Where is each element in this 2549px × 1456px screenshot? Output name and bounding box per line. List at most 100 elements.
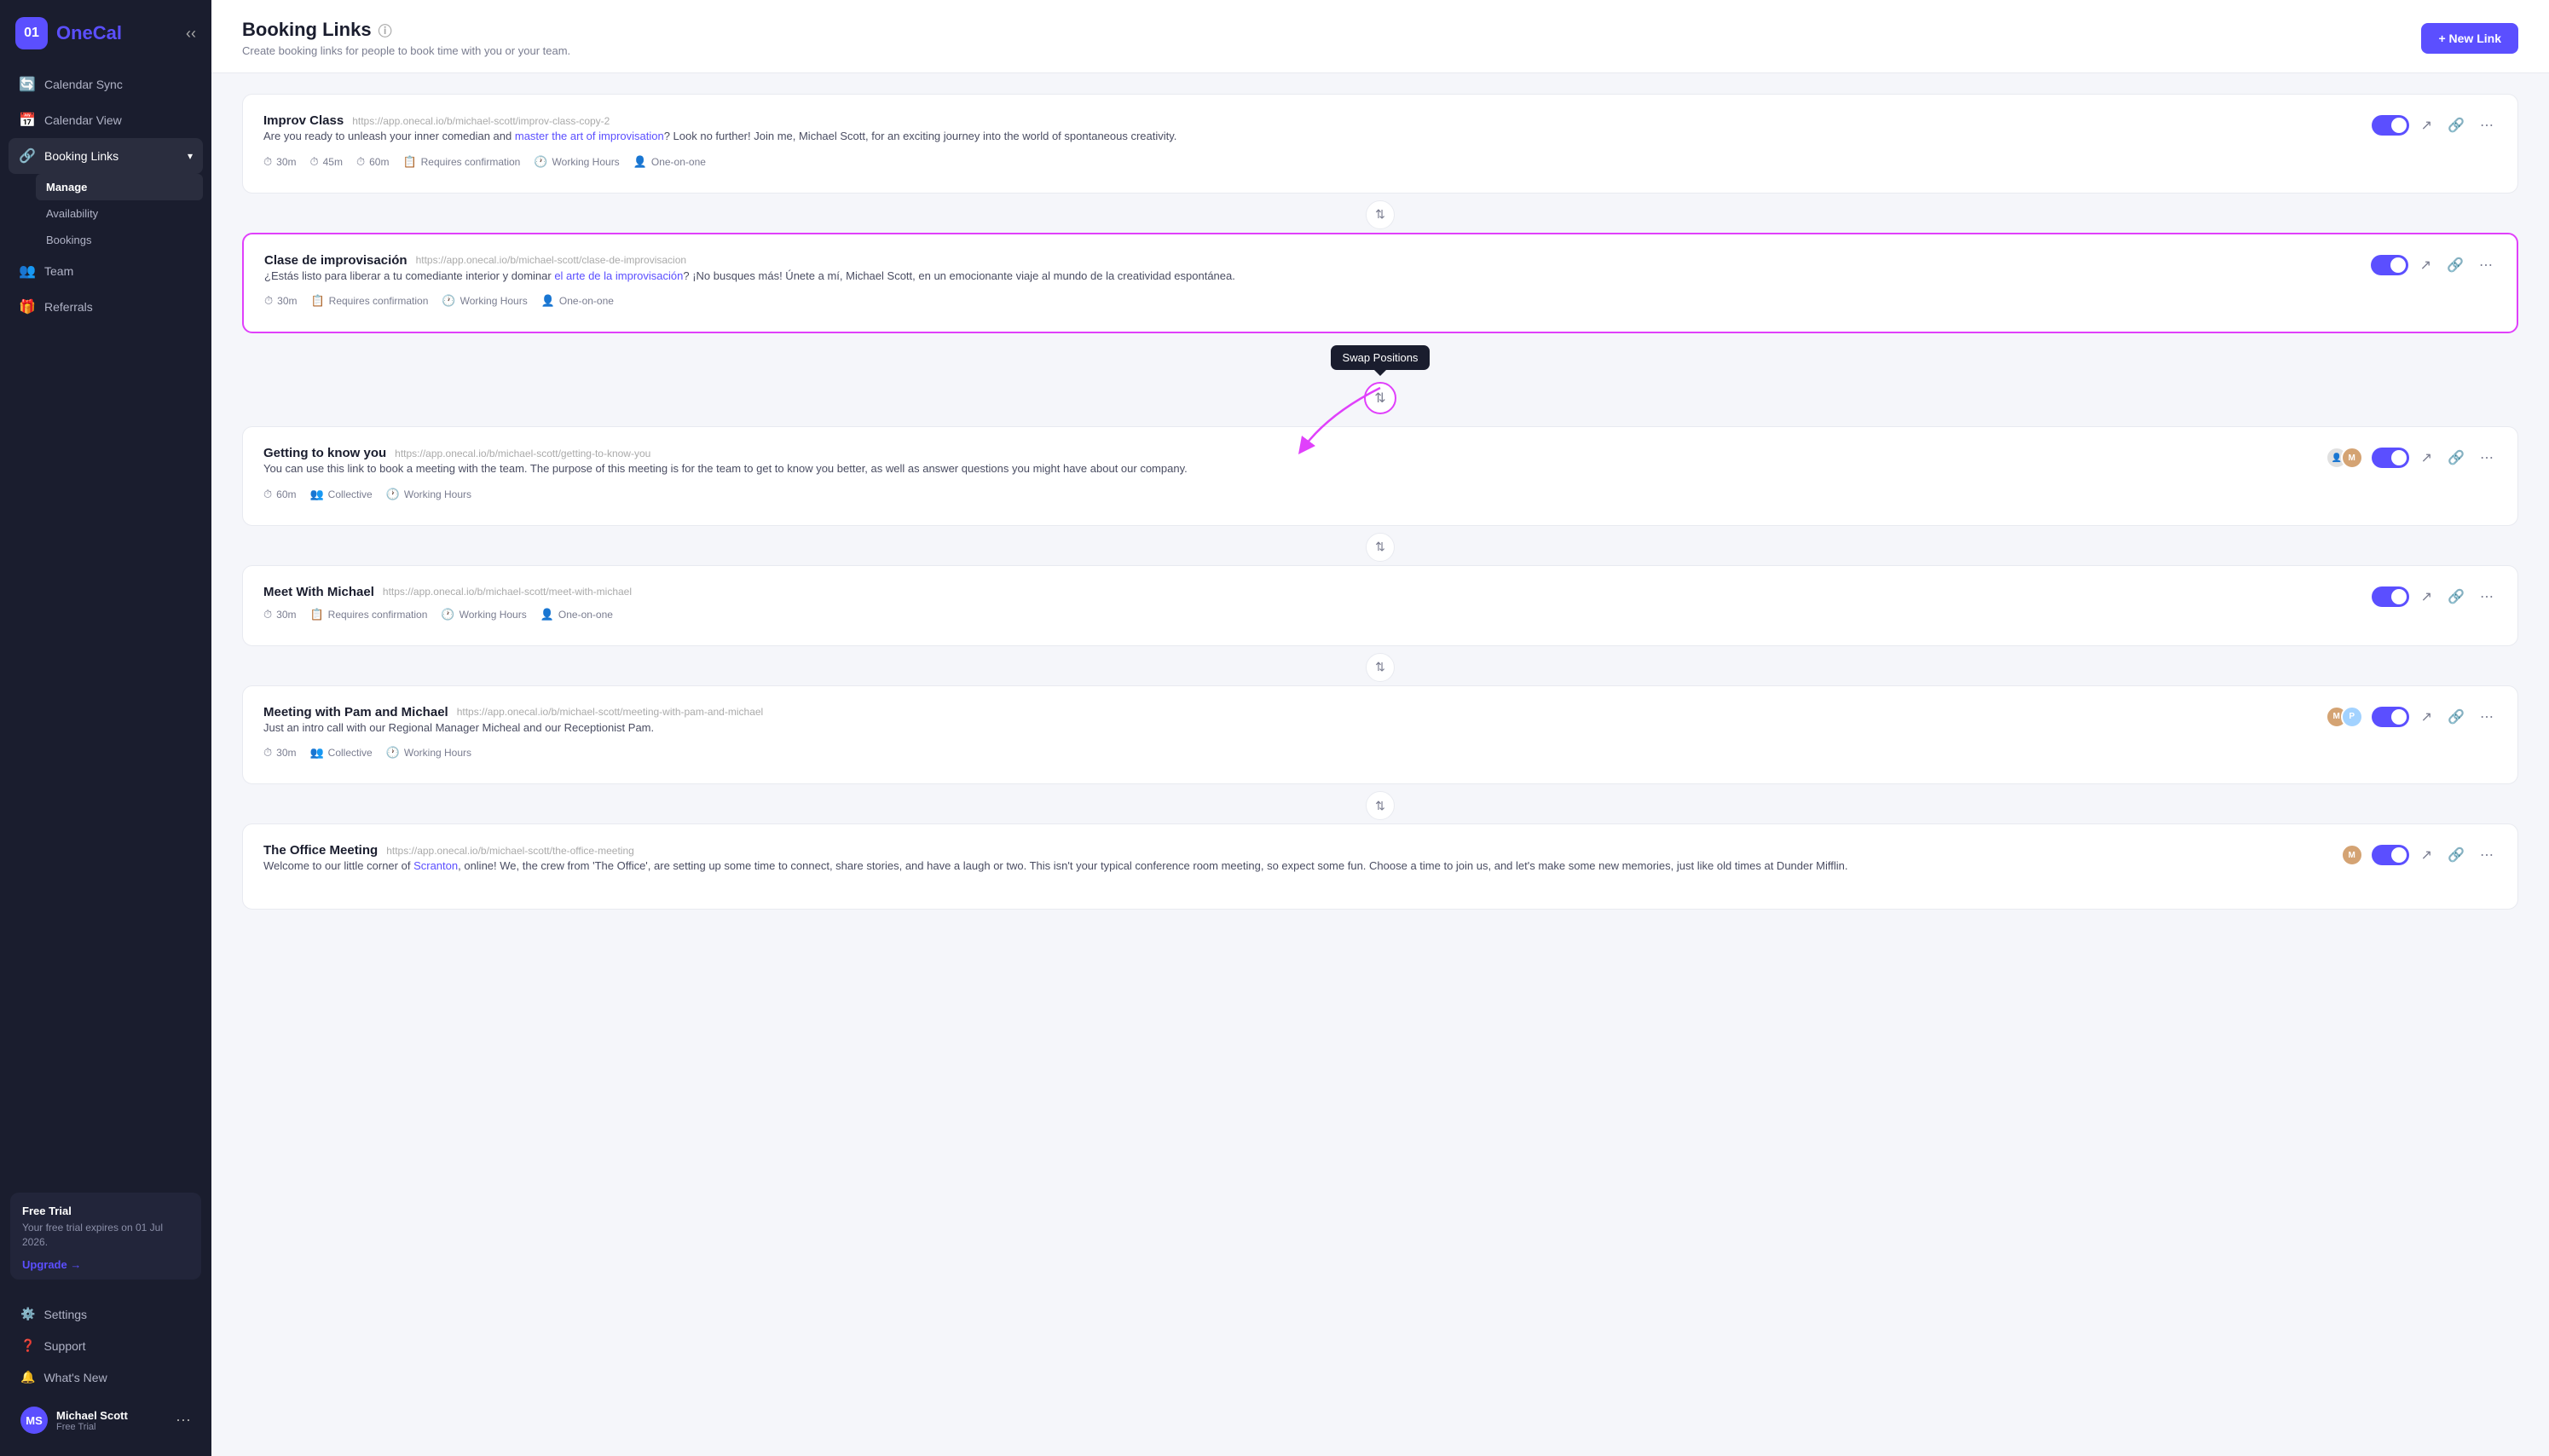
booking-title-row: Getting to know you https://app.onecal.i… (263, 446, 1188, 460)
swap-row-2: Swap Positions ⇅ (242, 337, 2518, 426)
copy-link-button[interactable]: 🔗 (2444, 705, 2468, 729)
booking-links-content: Improv Class https://app.onecal.io/b/mic… (211, 73, 2549, 1456)
external-link-button[interactable]: ↗ (2418, 113, 2436, 137)
toggle-switch[interactable] (2372, 115, 2409, 136)
sidebar-item-team[interactable]: 👥 Team (9, 253, 203, 289)
free-trial-box: Free Trial Your free trial expires on 01… (10, 1193, 201, 1280)
settings-icon: ⚙️ (20, 1307, 35, 1321)
external-link-button[interactable]: ↗ (2418, 705, 2436, 729)
swap-positions-button-4[interactable]: ⇅ (1366, 653, 1395, 682)
avatar: M (2341, 844, 2363, 866)
booking-name: Meeting with Pam and Michael (263, 705, 448, 719)
scranton-link[interactable]: Scranton (413, 859, 458, 872)
clock-icon: ⏱ (263, 746, 272, 760)
trial-desc: Your free trial expires on 01 Jul 2026. (22, 1221, 189, 1250)
more-options-button[interactable]: ⋯ (2476, 253, 2496, 277)
sidebar-item-support[interactable]: ❓ Support (10, 1330, 201, 1361)
new-link-button[interactable]: + New Link (2421, 23, 2518, 54)
toggle-switch[interactable] (2372, 845, 2409, 865)
working-hours-icon: 🕐 (534, 155, 547, 169)
copy-link-button[interactable]: 🔗 (2444, 113, 2468, 137)
booking-desc-link[interactable]: master the art of improvisation (515, 130, 664, 142)
copy-link-button[interactable]: 🔗 (2443, 253, 2467, 277)
booking-desc-link[interactable]: el arte de la improvisación (554, 269, 683, 282)
whats-new-label: What's New (43, 1371, 107, 1384)
toggle-switch[interactable] (2371, 255, 2408, 275)
booking-url: https://app.onecal.io/b/michael-scott/me… (383, 586, 632, 598)
swap-positions-button-5[interactable]: ⇅ (1366, 791, 1395, 820)
booking-card-header: Getting to know you https://app.onecal.i… (263, 446, 2497, 501)
booking-title-row: Clase de improvisación https://app.oneca… (264, 253, 1235, 268)
trial-title: Free Trial (22, 1205, 189, 1217)
more-options-button[interactable]: ⋯ (2477, 843, 2497, 867)
bottom-gap (242, 913, 2518, 920)
booking-url: https://app.onecal.io/b/michael-scott/th… (386, 845, 634, 857)
avatar-stack: M P (2326, 706, 2363, 728)
tag-working-hours: 🕐Working Hours (441, 608, 526, 621)
sidebar-item-label: Referrals (44, 300, 93, 314)
external-link-button[interactable]: ↗ (2417, 253, 2435, 277)
booking-desc: Are you ready to unleash your inner come… (263, 128, 1176, 145)
booking-title-row: Improv Class https://app.onecal.io/b/mic… (263, 113, 1176, 128)
sidebar-item-calendar-sync[interactable]: 🔄 Calendar Sync (9, 66, 203, 102)
logo-mark: 01 (15, 17, 48, 49)
clock-icon: ⏱ (263, 155, 272, 169)
booking-url: https://app.onecal.io/b/michael-scott/me… (457, 706, 764, 718)
toggle-switch[interactable] (2372, 707, 2409, 727)
sidebar-item-settings[interactable]: ⚙️ Settings (10, 1298, 201, 1330)
tag-working-hours: 🕐Working Hours (386, 746, 471, 760)
sidebar-item-bookings[interactable]: Bookings (36, 227, 203, 253)
user-profile-row[interactable]: MS Michael Scott Free Trial ⋯ (10, 1398, 201, 1442)
tag-30m: ⏱30m (263, 155, 296, 169)
upgrade-button[interactable]: Upgrade → (22, 1258, 81, 1271)
booking-title-row: Meet With Michael https://app.onecal.io/… (263, 585, 632, 599)
booking-links-sub-nav: Manage Availability Bookings (9, 174, 203, 253)
external-link-button[interactable]: ↗ (2418, 843, 2436, 867)
card-actions: ↗ 🔗 ⋯ (2371, 253, 2496, 277)
sidebar-item-calendar-view[interactable]: 📅 Calendar View (9, 102, 203, 138)
support-icon: ❓ (20, 1338, 35, 1353)
copy-link-button[interactable]: 🔗 (2444, 446, 2468, 470)
copy-link-button[interactable]: 🔗 (2444, 843, 2468, 867)
user-name: Michael Scott (56, 1409, 167, 1422)
swap-positions-button-3[interactable]: ⇅ (1366, 533, 1395, 562)
swap-positions-button-1[interactable]: ⇅ (1366, 200, 1395, 229)
more-options-button[interactable]: ⋯ (2477, 585, 2497, 609)
booking-info: Meeting with Pam and Michael https://app… (263, 705, 763, 760)
sidebar-item-whats-new[interactable]: 🔔 What's New (10, 1361, 201, 1393)
more-options-button[interactable]: ⋯ (2477, 705, 2497, 729)
external-link-button[interactable]: ↗ (2418, 585, 2436, 609)
sidebar-item-availability[interactable]: Availability (36, 200, 203, 227)
copy-link-button[interactable]: 🔗 (2444, 585, 2468, 609)
more-options-button[interactable]: ⋯ (2477, 446, 2497, 470)
manage-label: Manage (46, 181, 87, 194)
page-header: Booking Links ⓘ Create booking links for… (211, 0, 2549, 73)
booking-card-meet-with-michael: Meet With Michael https://app.onecal.io/… (242, 565, 2518, 646)
working-hours-icon: 🕐 (441, 608, 454, 621)
external-link-button[interactable]: ↗ (2418, 446, 2436, 470)
tag-requires-confirmation: 📋Requires confirmation (402, 155, 520, 169)
avatar: M (2341, 447, 2363, 469)
more-options-button[interactable]: ⋯ (2477, 113, 2497, 137)
booking-info: Improv Class https://app.onecal.io/b/mic… (263, 113, 1176, 169)
group-icon: 👥 (309, 746, 323, 760)
booking-desc: Just an intro call with our Regional Man… (263, 719, 763, 737)
clock-icon: ⏱ (263, 488, 272, 501)
swap-tooltip: Swap Positions (1331, 345, 1431, 370)
tag-collective: 👥Collective (309, 746, 372, 760)
chevron-down-icon: ▾ (188, 150, 193, 162)
working-hours-icon: 🕐 (386, 488, 400, 501)
tag-60m: ⏱60m (356, 155, 389, 169)
sidebar-logo: 01 OneCal ‹‹ (0, 0, 211, 66)
card-actions: ↗ 🔗 ⋯ (2372, 585, 2497, 609)
sidebar-item-manage[interactable]: Manage (36, 174, 203, 200)
sidebar-item-referrals[interactable]: 🎁 Referrals (9, 289, 203, 325)
toggle-switch[interactable] (2372, 448, 2409, 468)
sidebar-item-label: Team (44, 264, 73, 278)
sidebar-item-booking-links[interactable]: 🔗 Booking Links ▾ (9, 138, 203, 174)
info-icon[interactable]: ⓘ (379, 20, 392, 40)
swap-positions-button-2[interactable]: ⇅ (1364, 382, 1396, 414)
sidebar-collapse-button[interactable]: ‹‹ (186, 25, 196, 43)
toggle-switch[interactable] (2372, 586, 2409, 607)
user-menu-button[interactable]: ⋯ (176, 1412, 191, 1430)
